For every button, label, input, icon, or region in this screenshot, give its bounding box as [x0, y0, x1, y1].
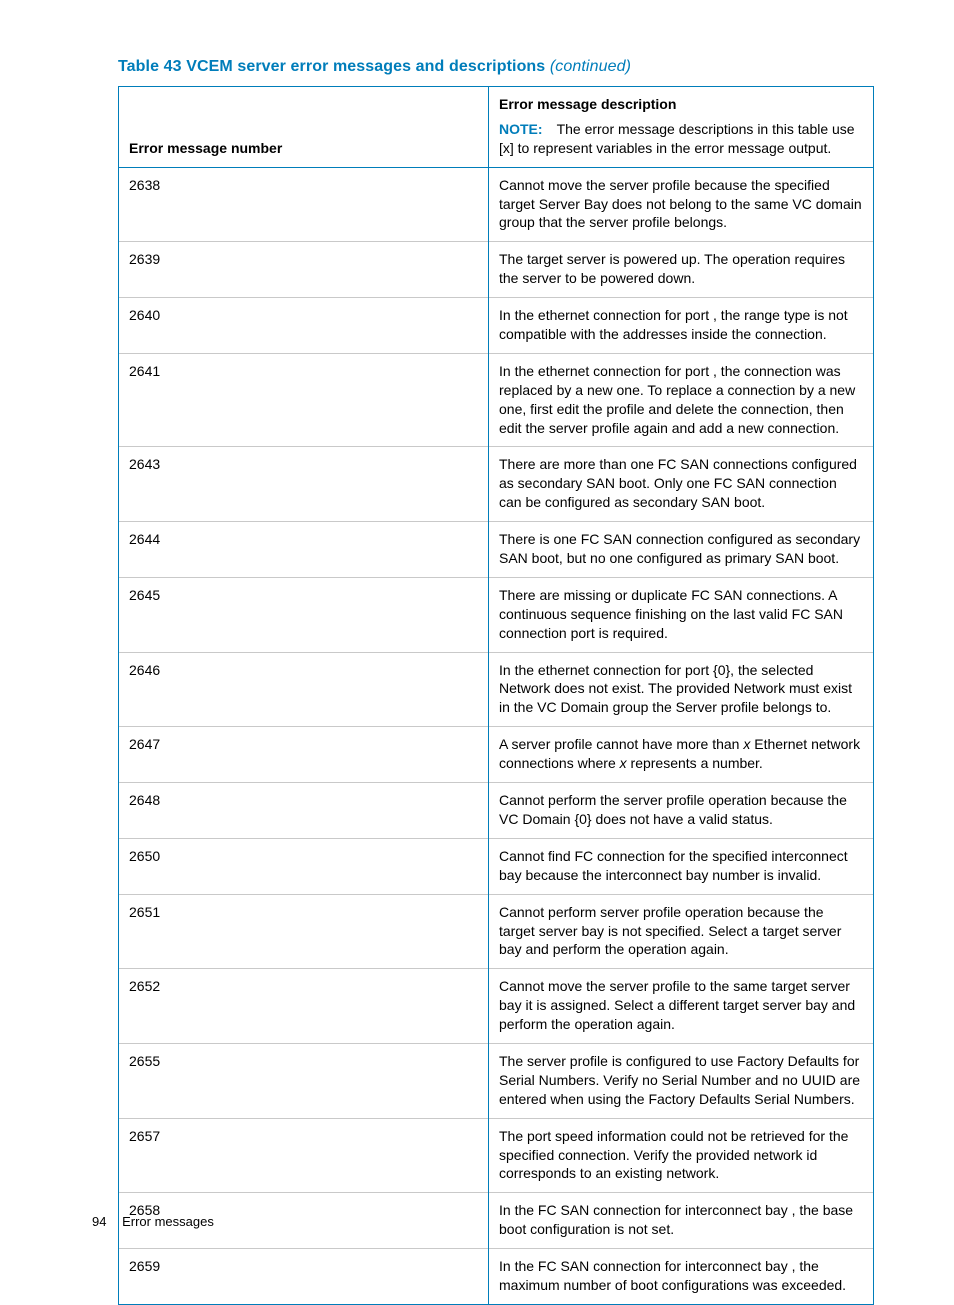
error-number-cell: 2640 [119, 298, 489, 354]
col-header-number: Error message number [119, 87, 489, 168]
error-number-cell: 2657 [119, 1118, 489, 1193]
error-number-cell: 2646 [119, 652, 489, 727]
page-footer: 94 Error messages [92, 1214, 214, 1229]
error-number-cell: 2650 [119, 838, 489, 894]
error-messages-table: Error message number Error message descr… [118, 86, 874, 1305]
table-row: 2646In the ethernet connection for port … [119, 652, 874, 727]
error-description-cell: Cannot perform the server profile operat… [489, 783, 874, 839]
note-text: The error message descriptions in this t… [499, 121, 855, 156]
error-number-cell: 2641 [119, 353, 489, 447]
col-header-description: Error message description NOTE:The error… [489, 87, 874, 168]
table-row: 2657The port speed information could not… [119, 1118, 874, 1193]
error-number-cell: 2638 [119, 167, 489, 242]
table-row: 2648Cannot perform the server profile op… [119, 783, 874, 839]
table-row: 2645There are missing or duplicate FC SA… [119, 577, 874, 652]
error-description-cell: Cannot move the server profile because t… [489, 167, 874, 242]
error-description-cell: In the FC SAN connection for interconnec… [489, 1249, 874, 1305]
error-description-cell: There is one FC SAN connection configure… [489, 522, 874, 578]
error-description-cell: In the ethernet connection for port {0},… [489, 652, 874, 727]
error-description-cell: The target server is powered up. The ope… [489, 242, 874, 298]
error-description-cell: In the FC SAN connection for interconnec… [489, 1193, 874, 1249]
table-row: 2638Cannot move the server profile becau… [119, 167, 874, 242]
error-number-cell: 2647 [119, 727, 489, 783]
desc-header-label: Error message description [499, 95, 863, 114]
error-description-cell: Cannot find FC connection for the specif… [489, 838, 874, 894]
table-row: 2651Cannot perform server profile operat… [119, 894, 874, 969]
table-caption: Table 43 VCEM server error messages and … [118, 58, 874, 76]
table-row: 2647A server profile cannot have more th… [119, 727, 874, 783]
table-row: 2643There are more than one FC SAN conne… [119, 447, 874, 522]
footer-section: Error messages [122, 1214, 214, 1229]
error-number-cell: 2652 [119, 969, 489, 1044]
error-description-cell: In the ethernet connection for port , th… [489, 353, 874, 447]
error-number-cell: 2655 [119, 1043, 489, 1118]
error-description-cell: Cannot move the server profile to the sa… [489, 969, 874, 1044]
error-description-cell: There are missing or duplicate FC SAN co… [489, 577, 874, 652]
error-description-cell: In the ethernet connection for port , th… [489, 298, 874, 354]
error-description-cell: The port speed information could not be … [489, 1118, 874, 1193]
table-row: 2652Cannot move the server profile to th… [119, 969, 874, 1044]
table-row: 2641In the ethernet connection for port … [119, 353, 874, 447]
error-number-cell: 2643 [119, 447, 489, 522]
note-label: NOTE: [499, 121, 543, 137]
table-row: 2658In the FC SAN connection for interco… [119, 1193, 874, 1249]
table-body: 2638Cannot move the server profile becau… [119, 167, 874, 1304]
error-number-cell: 2648 [119, 783, 489, 839]
table-row: 2640In the ethernet connection for port … [119, 298, 874, 354]
page-number: 94 [92, 1214, 106, 1229]
error-number-cell: 2639 [119, 242, 489, 298]
error-description-cell: There are more than one FC SAN connectio… [489, 447, 874, 522]
error-number-cell: 2645 [119, 577, 489, 652]
error-number-cell: 2659 [119, 1249, 489, 1305]
error-number-cell: 2644 [119, 522, 489, 578]
caption-continued: (continued) [550, 58, 631, 75]
table-row: 2639The target server is powered up. The… [119, 242, 874, 298]
table-row: 2659In the FC SAN connection for interco… [119, 1249, 874, 1305]
document-page: Table 43 VCEM server error messages and … [0, 0, 954, 1271]
error-description-cell: The server profile is configured to use … [489, 1043, 874, 1118]
error-description-cell: A server profile cannot have more than x… [489, 727, 874, 783]
error-number-cell: 2651 [119, 894, 489, 969]
table-row: 2644There is one FC SAN connection confi… [119, 522, 874, 578]
table-row: 2655The server profile is configured to … [119, 1043, 874, 1118]
error-description-cell: Cannot perform server profile operation … [489, 894, 874, 969]
table-row: 2650Cannot find FC connection for the sp… [119, 838, 874, 894]
caption-title: Table 43 VCEM server error messages and … [118, 58, 545, 75]
